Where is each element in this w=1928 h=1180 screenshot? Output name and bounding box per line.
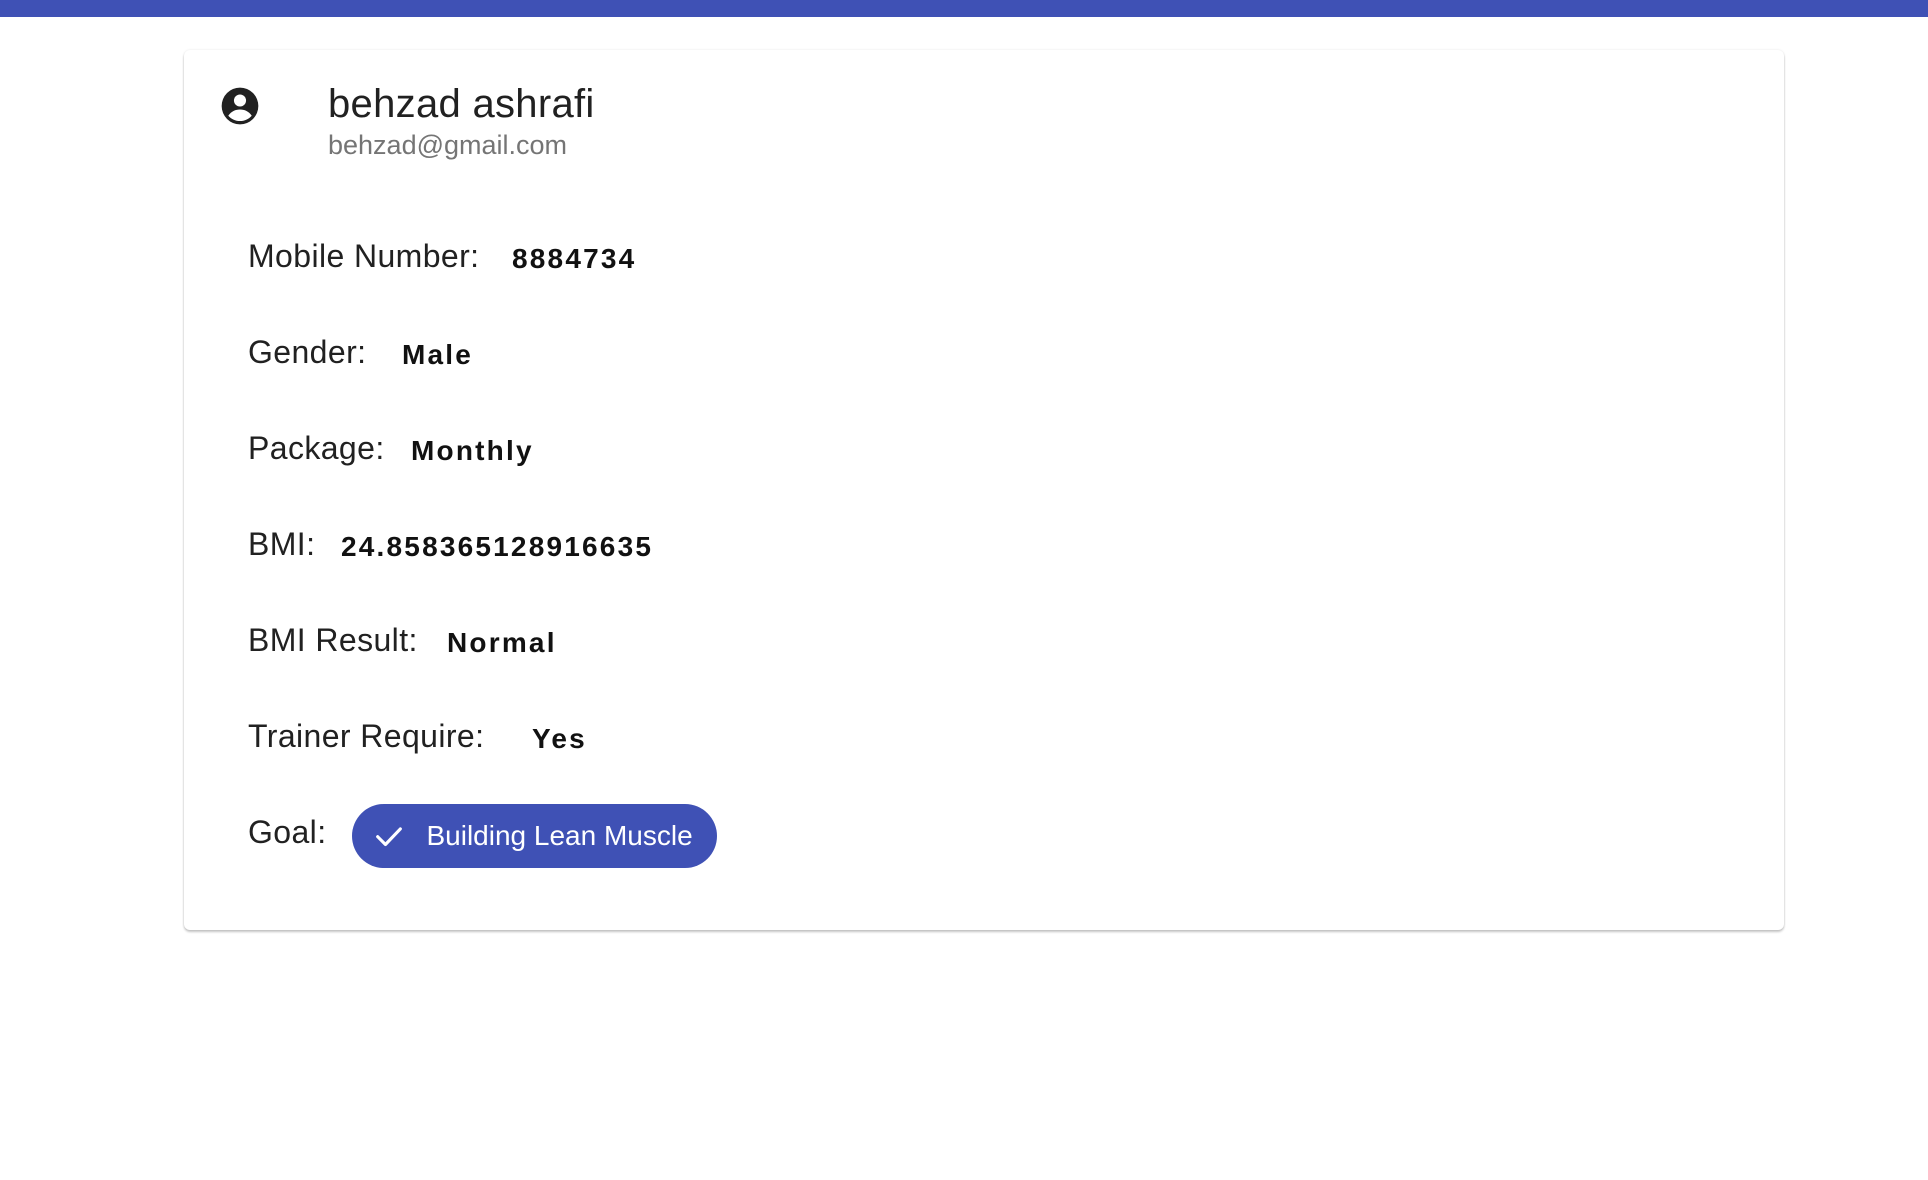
profile-card: behzad ashrafi behzad@gmail.com Mobile N… xyxy=(184,50,1784,930)
goal-chip[interactable]: Building Lean Muscle xyxy=(352,804,717,868)
package-value: Monthly xyxy=(411,435,534,466)
gender-value: Male xyxy=(402,339,474,370)
mobile-number-row: Mobile Number: 8884734 xyxy=(248,228,636,284)
goal-label: Goal: xyxy=(248,813,327,850)
bmi-result-label: BMI Result: xyxy=(248,621,418,658)
package-row: Package: Monthly xyxy=(248,420,534,476)
bmi-result-value: Normal xyxy=(447,627,557,658)
bmi-result-row: BMI Result: Normal xyxy=(248,612,557,668)
top-app-bar xyxy=(0,0,1928,17)
check-icon xyxy=(376,827,403,847)
bmi-value: 24.858365128916635 xyxy=(341,531,654,562)
goal-chip-label: Building Lean Muscle xyxy=(426,820,693,851)
mobile-number-value: 8884734 xyxy=(512,243,637,274)
trainer-require-label: Trainer Require: xyxy=(248,717,485,754)
bmi-row: BMI: 24.858365128916635 xyxy=(248,516,653,572)
gender-label: Gender: xyxy=(248,333,367,370)
gender-row: Gender: Male xyxy=(248,324,473,380)
bmi-label: BMI: xyxy=(248,525,316,562)
mobile-number-label: Mobile Number: xyxy=(248,237,480,274)
trainer-require-row: Trainer Require: Yes xyxy=(248,708,587,764)
package-label: Package: xyxy=(248,429,385,466)
user-name: behzad ashrafi xyxy=(328,82,595,126)
trainer-require-value: Yes xyxy=(532,723,587,754)
account-circle-icon xyxy=(221,87,259,125)
user-email: behzad@gmail.com xyxy=(328,130,568,160)
goal-row: Goal: Building Lean Muscle xyxy=(248,804,717,868)
